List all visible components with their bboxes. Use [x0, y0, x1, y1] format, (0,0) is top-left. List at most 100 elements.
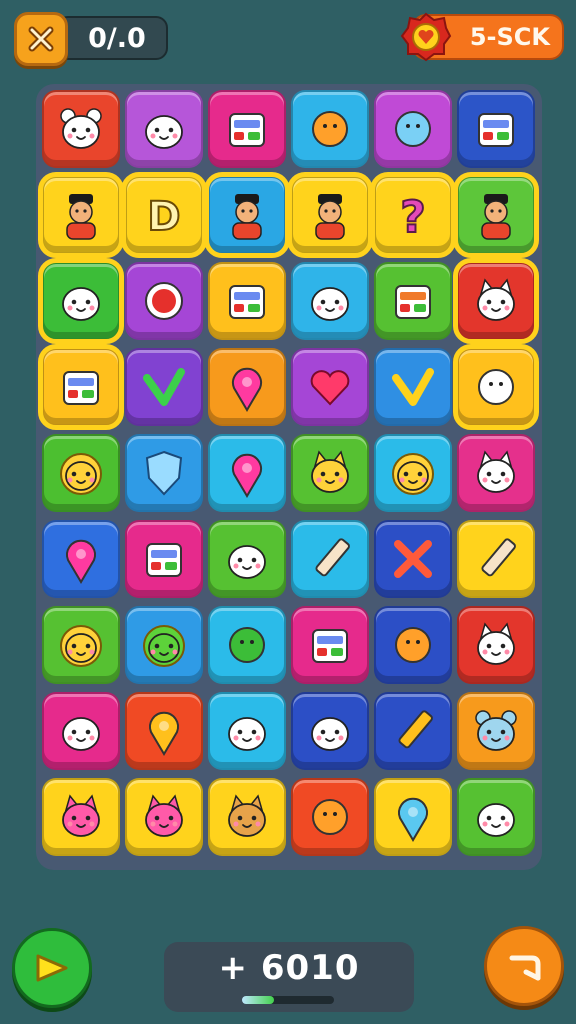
blue-shield-icon [145, 450, 183, 496]
tile-yellow-pin[interactable] [125, 692, 203, 770]
magnifier-icon [395, 111, 431, 147]
house-icon [229, 113, 265, 147]
tile-white-kitten[interactable] [457, 606, 535, 684]
undo-button[interactable] [484, 926, 564, 1006]
score-panel: + 6010 [164, 942, 414, 1012]
tile-red-circle[interactable] [125, 262, 203, 340]
svg-text:D: D [147, 194, 180, 240]
tile-white-seal[interactable] [38, 258, 124, 344]
tile-man-red-shirt[interactable] [453, 172, 539, 258]
red-hat-seal-icon [477, 803, 515, 837]
tile-gift-box[interactable] [208, 262, 286, 340]
tile-white-cat[interactable] [453, 258, 539, 344]
tile-pencil[interactable] [291, 520, 369, 598]
tile-arcade-machine[interactable] [125, 520, 203, 598]
leaf-icon [229, 627, 265, 663]
tile-web-window[interactable] [291, 606, 369, 684]
sun-face-icon [60, 453, 102, 495]
white-bear-icon [60, 108, 102, 149]
heart-badge-icon [400, 10, 452, 64]
tile-calendar[interactable] [457, 90, 535, 168]
yellow-cat-icon [311, 450, 349, 493]
tile-grid: D? [38, 90, 539, 856]
tile-smiley-face[interactable] [374, 434, 452, 512]
tile-horseshoe[interactable] [453, 344, 539, 430]
blue-bear-icon [475, 710, 517, 751]
pink-heart-icon [310, 370, 350, 406]
undo-icon [509, 955, 541, 981]
tile-leaf[interactable] [208, 606, 286, 684]
tile-pink-location-pin[interactable] [42, 778, 120, 856]
tile-house[interactable] [208, 90, 286, 168]
tile-red-hat-seal[interactable] [457, 778, 535, 856]
tile-pink-ball[interactable] [42, 520, 120, 598]
crossed-tools-icon [394, 540, 432, 578]
tile-yellow-check[interactable] [374, 348, 452, 426]
close-button[interactable] [14, 12, 68, 66]
horseshoe-icon [478, 369, 514, 405]
tile-paint-brush[interactable] [457, 520, 535, 598]
tile-green-sun[interactable] [125, 606, 203, 684]
tile-crayon[interactable] [374, 692, 452, 770]
tile-striped-hat-person[interactable] [38, 172, 124, 258]
tile-fluffy-sheep[interactable] [125, 90, 203, 168]
tile-burger-stack[interactable] [374, 262, 452, 340]
tile-white-ghost-pup[interactable] [291, 692, 369, 770]
move-counter: 0/.0 [56, 16, 168, 60]
tile-magnifier[interactable] [374, 90, 452, 168]
tile-white-puffer[interactable] [208, 520, 286, 598]
tile-graduate[interactable] [204, 172, 290, 258]
tile-blue-balloon[interactable] [374, 778, 452, 856]
tile-pink-blob[interactable] [208, 434, 286, 512]
white-kitten-icon [477, 622, 515, 665]
tile-letter-d[interactable]: D [121, 172, 207, 258]
tile-crossed-tools[interactable] [374, 520, 452, 598]
white-cat-icon [477, 278, 515, 321]
fluffy-sheep-icon [145, 115, 183, 149]
tile-question-mark[interactable]: ? [370, 172, 456, 258]
pink-location-pin-icon [62, 794, 100, 837]
tile-green-arrow[interactable] [125, 348, 203, 426]
brown-cat-icon [228, 794, 266, 837]
tile-yellow-critter[interactable] [42, 606, 120, 684]
tile-white-marshmallow[interactable] [42, 692, 120, 770]
pink-flower-icon [232, 367, 262, 412]
tile-white-seal-pup[interactable] [208, 692, 286, 770]
tile-yellow-bird[interactable] [291, 90, 369, 168]
tile-white-bunny[interactable] [457, 434, 535, 512]
green-arrow-icon [143, 368, 185, 406]
play-icon [36, 954, 68, 982]
tile-cassette[interactable] [38, 344, 124, 430]
arcade-machine-icon [146, 543, 182, 577]
tile-fried-egg[interactable] [291, 778, 369, 856]
svg-text:?: ? [400, 192, 426, 243]
tile-pink-cat[interactable] [125, 778, 203, 856]
tile-blue-bear[interactable] [457, 692, 535, 770]
white-marshmallow-icon [62, 717, 100, 751]
white-bunny-icon [477, 450, 515, 493]
cassette-icon [63, 371, 99, 405]
paint-brush-icon [481, 538, 516, 577]
tile-pink-flower[interactable] [208, 348, 286, 426]
smiley-face-icon [392, 453, 434, 495]
white-seal-icon [62, 287, 100, 321]
move-counter-text: 0/.0 [88, 22, 146, 54]
tile-white-ghost[interactable] [291, 262, 369, 340]
tile-pink-heart[interactable] [291, 348, 369, 426]
tile-brown-cat[interactable] [208, 778, 286, 856]
tile-sun-face[interactable] [42, 434, 120, 512]
letter-d-icon: D [146, 193, 181, 241]
level-label: 5-SCK [469, 23, 550, 51]
tile-blue-shield[interactable] [125, 434, 203, 512]
yellow-bird-icon [312, 111, 348, 147]
graduate-icon [232, 194, 262, 240]
tile-white-bear[interactable] [42, 90, 120, 168]
tile-yellow-cat[interactable] [291, 434, 369, 512]
burger-stack-icon [395, 285, 431, 319]
tile-boy-with-cap[interactable] [287, 172, 373, 258]
orange-fish-icon [395, 627, 431, 663]
play-button[interactable] [12, 928, 92, 1008]
white-ghost-icon [311, 287, 349, 321]
tile-orange-fish[interactable] [374, 606, 452, 684]
pink-ball-icon [66, 539, 96, 584]
